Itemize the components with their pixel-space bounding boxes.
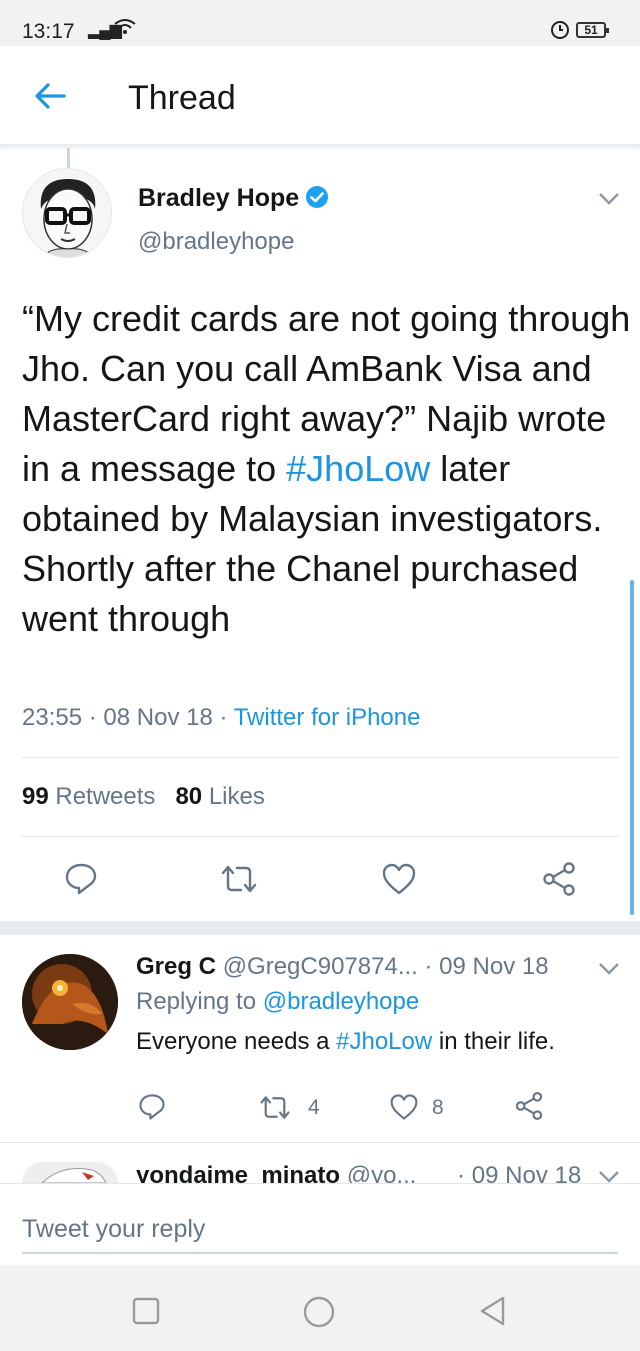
reply-author-handle[interactable]: @yo... — [347, 1162, 417, 1184]
tweet-meta: 23:55 · 08 Nov 18 · Twitter for iPhone — [22, 704, 420, 732]
reply-retweet-count: 4 — [308, 1096, 320, 1119]
meta-separator: · — [219, 704, 228, 731]
tweet-stats: 99 Retweets 80 Likes — [22, 783, 265, 811]
tweet-date: 08 Nov 18 — [103, 704, 213, 731]
replying-to-link[interactable]: @bradleyhope — [263, 988, 419, 1015]
tweet-time: 23:55 — [22, 704, 83, 731]
nav-recent-icon[interactable] — [130, 1295, 162, 1327]
status-time: 13:17 — [22, 20, 75, 43]
scrollbar[interactable] — [630, 580, 634, 915]
reply-date: · 09 Nov 18 — [424, 953, 549, 980]
reply-icon[interactable] — [138, 1093, 166, 1126]
retweet-icon[interactable] — [219, 863, 259, 900]
divider — [0, 1142, 640, 1143]
wifi-icon — [114, 18, 136, 41]
page-title: Thread — [128, 79, 236, 117]
like-icon[interactable] — [381, 862, 417, 901]
reply-like-count: 8 — [432, 1096, 444, 1119]
divider — [22, 836, 618, 837]
author-handle[interactable]: @bradleyhope — [138, 228, 294, 256]
replying-to: Replying to @bradleyhope — [136, 988, 420, 1015]
likes-stat[interactable]: 80 Likes — [175, 783, 264, 810]
meta-separator: · — [88, 704, 97, 731]
reply-author-handle[interactable]: @GregC907874... — [223, 953, 418, 980]
author-name[interactable]: Bradley Hope — [138, 184, 329, 213]
reply-input[interactable] — [22, 1206, 618, 1254]
reply-author-name[interactable]: Greg C — [136, 953, 216, 980]
tweet-text: “My credit cards are not going through J… — [22, 298, 631, 639]
section-gap — [0, 921, 640, 935]
chevron-down-icon[interactable] — [598, 192, 620, 206]
like-icon[interactable] — [389, 1093, 419, 1126]
status-bar: 13:17 ▂▄▆ 51 — [0, 0, 640, 46]
nav-home-icon[interactable] — [302, 1295, 335, 1328]
retweet-icon[interactable] — [258, 1094, 292, 1126]
back-arrow-icon[interactable] — [30, 76, 70, 116]
battery-icon: 51 — [576, 22, 609, 38]
nav-back-icon[interactable] — [477, 1295, 509, 1327]
reply-header: yondaime_minato @yo... · 09 Nov 18 — [136, 1162, 581, 1184]
reply-author-name[interactable]: yondaime_minato — [136, 1162, 340, 1184]
reply-icon[interactable] — [64, 862, 98, 901]
avatar[interactable] — [22, 168, 112, 258]
share-icon[interactable] — [514, 1091, 544, 1126]
alarm-icon — [549, 18, 571, 46]
hashtag-link[interactable]: #JhoLow — [286, 448, 430, 489]
reply-composer — [0, 1183, 640, 1265]
reply-header: Greg C @GregC907874... · 09 Nov 18 — [136, 953, 549, 981]
avatar[interactable] — [22, 954, 118, 1050]
thread-connector-line — [67, 148, 70, 170]
reply-date: · 09 Nov 18 — [457, 1162, 582, 1184]
hashtag-link[interactable]: #JhoLow — [336, 1028, 432, 1055]
divider — [22, 757, 618, 758]
app-bar: Thread — [0, 46, 640, 146]
chevron-down-icon[interactable] — [598, 1170, 620, 1183]
retweets-stat[interactable]: 99 Retweets — [22, 783, 155, 810]
system-nav-bar — [0, 1265, 640, 1351]
verified-badge-icon — [305, 185, 329, 209]
chevron-down-icon[interactable] — [598, 962, 620, 976]
reply-text: Everyone needs a #JhoLow in their life. — [136, 1028, 555, 1055]
tweet-source-link[interactable]: Twitter for iPhone — [234, 704, 421, 731]
share-icon[interactable] — [541, 861, 577, 902]
avatar[interactable] — [22, 1162, 118, 1183]
